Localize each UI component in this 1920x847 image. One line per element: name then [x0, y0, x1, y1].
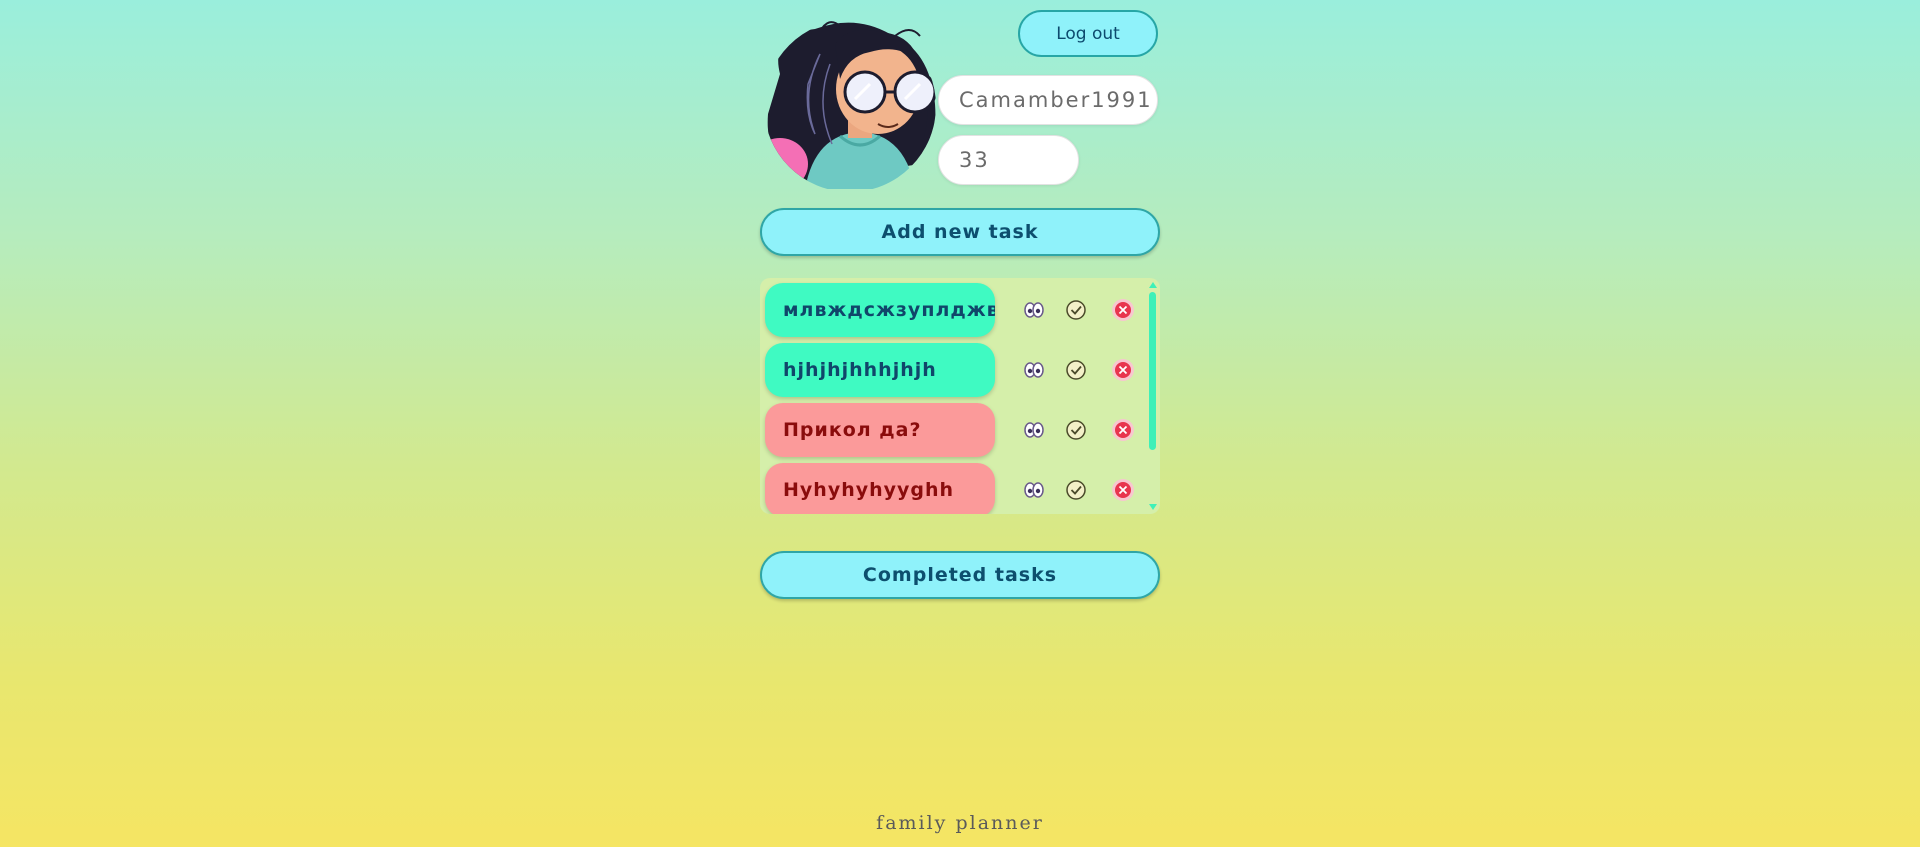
scroll-thumb[interactable]	[1149, 292, 1156, 450]
checkmark-icon[interactable]	[1060, 294, 1092, 326]
task-list-scrollbar[interactable]	[1148, 278, 1158, 514]
task-row: hjhjhjhhhjhjh	[765, 343, 1145, 397]
age-value: 33	[959, 148, 990, 172]
footer-text: family planner	[876, 812, 1044, 834]
scroll-up-arrow-icon[interactable]	[1149, 282, 1157, 288]
add-new-task-button[interactable]: Add new task	[760, 208, 1160, 256]
scroll-down-arrow-icon[interactable]	[1149, 504, 1157, 510]
eyes-icon[interactable]	[1018, 294, 1050, 326]
delete-icon[interactable]	[1107, 294, 1139, 326]
checkmark-icon[interactable]	[1060, 414, 1092, 446]
eyes-icon[interactable]	[1018, 354, 1050, 386]
logout-button[interactable]: Log out	[1018, 10, 1158, 57]
task-row: млвждсжзуплджв	[765, 283, 1145, 337]
completed-tasks-button[interactable]: Completed tasks	[760, 551, 1160, 599]
delete-icon[interactable]	[1107, 414, 1139, 446]
delete-icon[interactable]	[1107, 474, 1139, 506]
task-title[interactable]: Hyhyhyhyyghh	[765, 463, 995, 514]
task-title[interactable]: hjhjhjhhhjhjh	[765, 343, 995, 397]
task-row: Hyhyhyhyyghh	[765, 463, 1145, 514]
checkmark-icon[interactable]	[1060, 474, 1092, 506]
username-value: Camamber1991	[959, 88, 1153, 112]
age-field: 33	[938, 135, 1079, 185]
task-list[interactable]: млвждсжзуплджв hjhjhjhhhjhjh Прикол да? …	[760, 278, 1160, 514]
eyes-icon[interactable]	[1018, 474, 1050, 506]
eyes-icon[interactable]	[1018, 414, 1050, 446]
task-title[interactable]: Прикол да?	[765, 403, 995, 457]
task-title[interactable]: млвждсжзуплджв	[765, 283, 995, 337]
delete-icon[interactable]	[1107, 354, 1139, 386]
checkmark-icon[interactable]	[1060, 354, 1092, 386]
task-row: Прикол да?	[765, 403, 1145, 457]
user-avatar	[764, 21, 936, 189]
app-container: Log out Camamber1991 33 Add new task млв…	[760, 0, 1160, 847]
username-field: Camamber1991	[938, 75, 1158, 125]
